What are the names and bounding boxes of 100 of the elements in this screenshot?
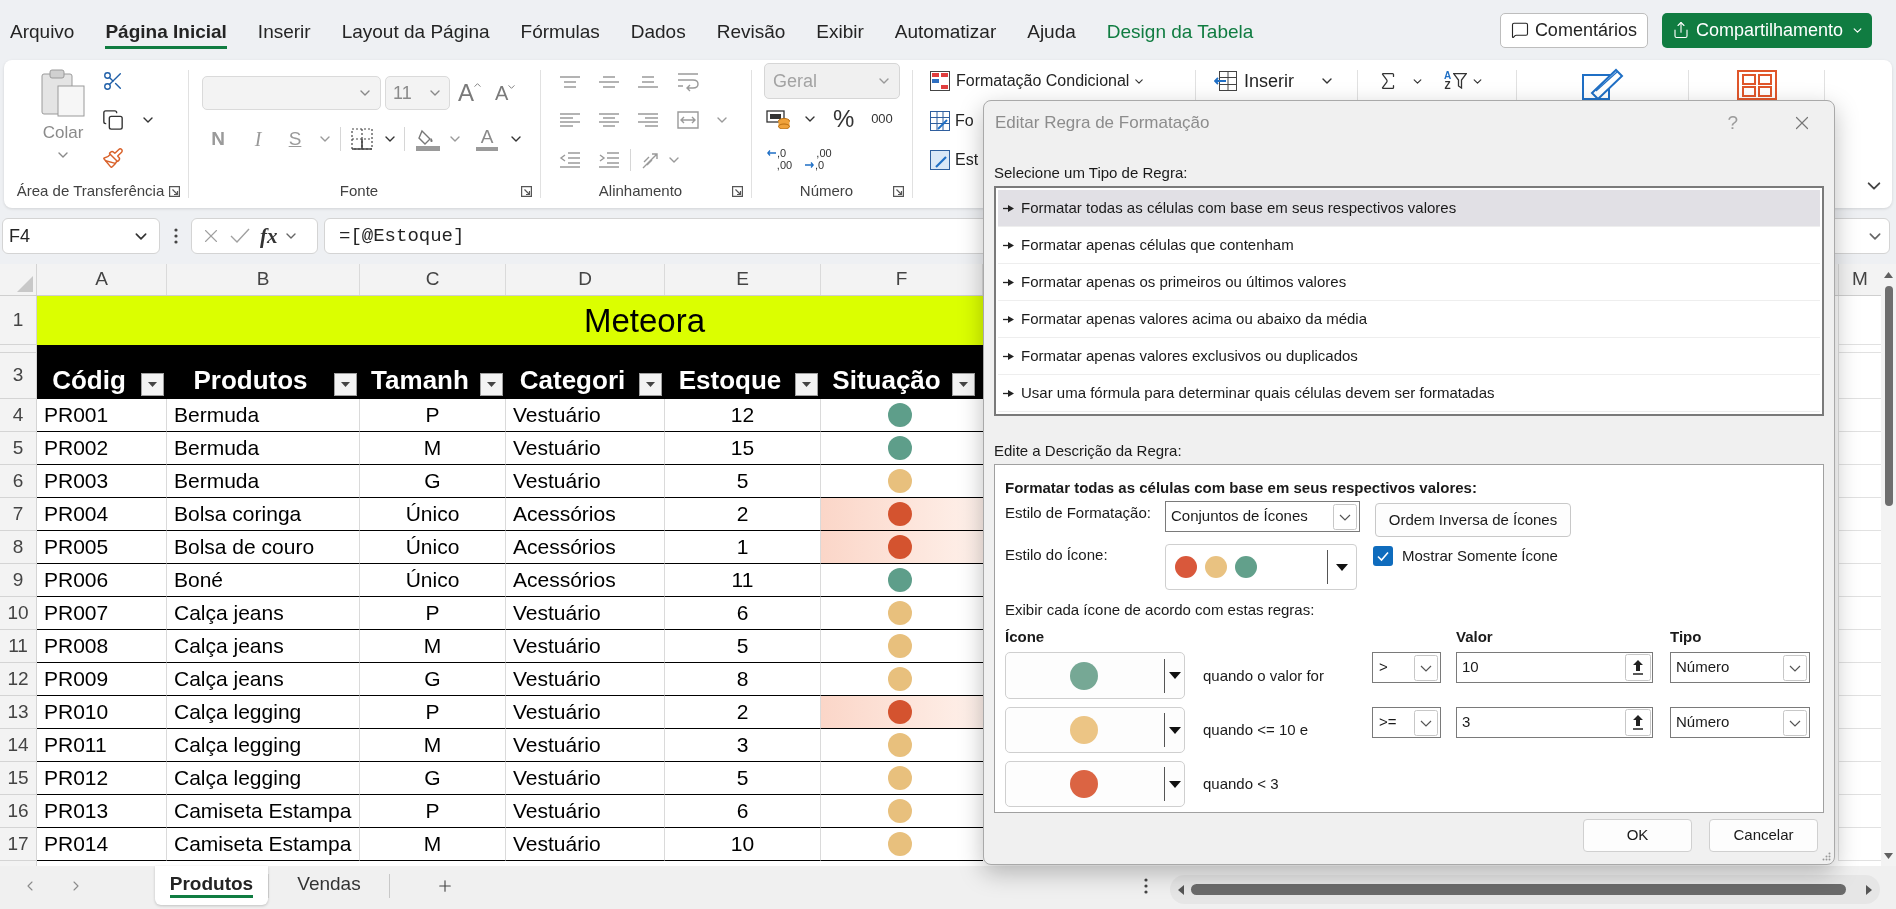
dialog-launcher-icon[interactable] — [169, 185, 180, 197]
row-header[interactable]: 4 — [0, 399, 37, 432]
value-field[interactable]: 10 — [1456, 652, 1653, 683]
scroll-right-icon[interactable] — [1866, 884, 1872, 895]
scrollbar-thumb[interactable] — [1191, 884, 1846, 895]
cancel-button[interactable]: Cancelar — [1709, 819, 1818, 852]
filter-button[interactable] — [334, 373, 357, 396]
checkbox[interactable] — [1373, 546, 1393, 566]
format-as-table-button[interactable]: Fo — [930, 110, 974, 132]
menu-tab[interactable]: Arquivo — [10, 17, 75, 49]
triangle-down-icon[interactable] — [1336, 563, 1348, 571]
menu-tab[interactable]: Inserir — [257, 17, 311, 49]
chevron-down-icon[interactable] — [285, 233, 296, 239]
menu-tab[interactable]: Fórmulas — [520, 17, 600, 49]
merge-cells-icon[interactable] — [677, 111, 699, 129]
sheet-tab[interactable]: Vendas — [269, 866, 389, 905]
chevron-down-icon[interactable] — [1322, 78, 1332, 84]
row-header[interactable]: 9 — [0, 564, 37, 597]
row-header[interactable]: 7 — [0, 498, 37, 531]
copy-icon[interactable] — [102, 109, 124, 131]
row-header[interactable]: 5 — [0, 432, 37, 465]
more-vertical-icon[interactable] — [1144, 878, 1148, 894]
range-picker-icon[interactable] — [1625, 709, 1651, 736]
scroll-down-icon[interactable] — [1884, 853, 1893, 859]
operator-dropdown[interactable]: > — [1372, 652, 1441, 683]
chevron-down-icon[interactable] — [1413, 78, 1422, 84]
plus-icon[interactable] — [436, 877, 454, 895]
range-picker-icon[interactable] — [1625, 654, 1651, 681]
chevron-down-icon[interactable] — [135, 232, 147, 240]
scroll-left-icon[interactable] — [1178, 884, 1184, 895]
chevron-down-icon[interactable] — [385, 136, 395, 142]
filter-button[interactable] — [480, 373, 503, 396]
dialog-launcher-icon[interactable] — [521, 185, 532, 197]
row-header[interactable]: 8 — [0, 531, 37, 564]
indent-decrease-icon[interactable] — [559, 152, 581, 168]
thousands-button[interactable]: 000 — [867, 107, 897, 131]
chevron-down-icon[interactable] — [1867, 182, 1881, 190]
menu-tab[interactable]: Design da Tabela — [1106, 17, 1254, 49]
cell-styles-button[interactable]: Est — [930, 149, 979, 171]
scrollbar-thumb[interactable] — [1884, 286, 1893, 506]
insert-cells-button[interactable]: Inserir — [1214, 69, 1332, 93]
triangle-down-icon[interactable] — [1169, 726, 1181, 734]
sheet-tab[interactable]: Produtos — [155, 866, 268, 905]
row-header[interactable]: 6 — [0, 465, 37, 498]
fill-bucket-icon[interactable] — [416, 127, 440, 151]
row-header[interactable]: 15 — [0, 762, 37, 795]
chevron-down-icon[interactable] — [1473, 78, 1483, 84]
column-header[interactable]: A — [37, 264, 167, 295]
type-dropdown[interactable]: Número — [1670, 652, 1810, 683]
column-header[interactable]: C — [360, 264, 506, 295]
shrink-font-button[interactable]: A — [495, 80, 516, 106]
comments-button[interactable]: Comentários — [1499, 12, 1648, 48]
triangle-down-icon[interactable] — [1169, 672, 1181, 679]
borders-icon[interactable] — [351, 128, 373, 150]
dialog-launcher-icon[interactable] — [893, 185, 904, 197]
menu-tab[interactable]: Dados — [630, 17, 686, 49]
chevron-down-icon[interactable] — [511, 136, 521, 142]
filter-button[interactable] — [639, 373, 662, 396]
menu-tab[interactable]: Página Inicial — [105, 17, 227, 49]
paintbrush-icon[interactable] — [102, 147, 124, 169]
indent-increase-icon[interactable] — [598, 152, 620, 168]
wrap-text-icon[interactable] — [677, 72, 699, 92]
more-vertical-icon[interactable] — [174, 228, 178, 244]
resize-grip-icon[interactable] — [1822, 852, 1831, 861]
name-box[interactable]: F4 — [2, 218, 160, 254]
caret-down-icon[interactable] — [508, 85, 516, 89]
filter-button[interactable] — [141, 373, 164, 396]
caret-up-icon[interactable] — [474, 83, 481, 87]
dialog-launcher-icon[interactable] — [732, 185, 743, 197]
row-header[interactable]: 12 — [0, 663, 37, 696]
scissors-icon[interactable] — [102, 70, 124, 92]
conditional-formatting-button[interactable]: Formatação Condicional — [930, 70, 1144, 92]
filter-button[interactable] — [952, 373, 975, 396]
check-icon[interactable] — [230, 228, 250, 244]
grow-font-button[interactable]: A — [458, 80, 481, 106]
value-field[interactable]: 3 — [1456, 707, 1653, 738]
column-header[interactable]: E — [665, 264, 821, 295]
menu-tab[interactable]: Automatizar — [894, 17, 997, 49]
chevron-down-icon[interactable] — [805, 116, 815, 122]
row-header[interactable]: 16 — [0, 795, 37, 828]
menu-tab[interactable]: Exibir — [816, 17, 864, 49]
document-pen-icon[interactable] — [1581, 67, 1624, 100]
operator-dropdown[interactable]: >= — [1372, 707, 1441, 738]
menu-tab[interactable]: Ajuda — [1027, 17, 1076, 49]
four-squares-icon[interactable] — [1736, 70, 1777, 100]
row-header[interactable]: 3 — [0, 353, 37, 399]
type-dropdown[interactable]: Número — [1670, 707, 1810, 738]
row-header[interactable]: 17 — [0, 828, 37, 861]
icon-style-dropdown[interactable] — [1165, 544, 1357, 590]
row-header[interactable]: 14 — [0, 729, 37, 762]
ok-button[interactable]: OK — [1583, 819, 1692, 852]
menu-tab[interactable]: Revisão — [716, 17, 786, 49]
share-button[interactable]: Compartilhamento — [1661, 12, 1872, 48]
filter-button[interactable] — [795, 373, 818, 396]
column-header[interactable]: D — [506, 264, 665, 295]
increase-decimal-button[interactable]: ,0 ,00 — [767, 147, 799, 171]
row-header[interactable]: 11 — [0, 630, 37, 663]
currency-icon[interactable] — [766, 109, 790, 129]
chevron-down-icon[interactable] — [1135, 78, 1144, 84]
reverse-icon-order-button[interactable]: Ordem Inversa de Ícones — [1375, 503, 1571, 537]
